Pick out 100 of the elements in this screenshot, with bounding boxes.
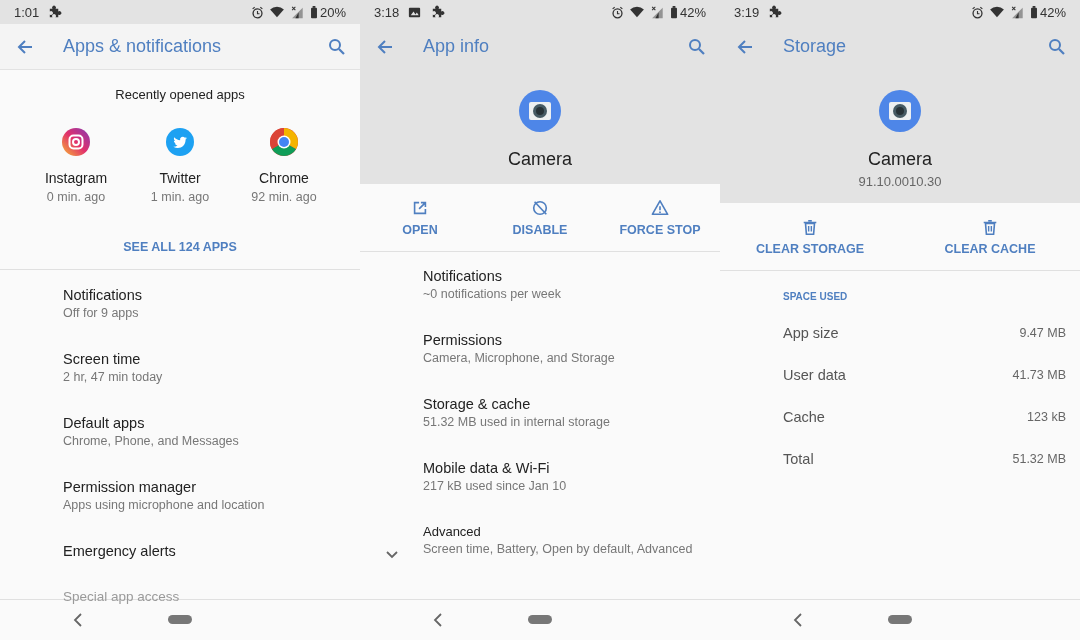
action-button[interactable]: DISABLE [480,199,600,237]
item-subtitle: ~0 notifications per week [423,287,561,301]
item-subtitle: Camera, Microphone, and Storage [423,351,615,365]
warning-icon [651,199,669,217]
alarm-clock-icon [610,5,624,19]
home-button[interactable] [528,615,552,624]
item-title: Storage & cache [423,396,532,412]
item-subtitle: Apps using microphone and location [63,498,265,512]
back-arrow-icon[interactable] [736,37,754,56]
battery-icon [309,5,318,19]
ring-icon [270,128,298,156]
settings-item[interactable]: Permission manager Apps using microphone and location [0,477,360,541]
recent-app-tile[interactable]: Twitter 1 min. ago [130,128,230,204]
settings-item[interactable]: Notifications ~0 notifications per week [360,266,720,330]
last-opened-time: 0 min. ago [46,190,106,204]
cell-signal-icon [1009,5,1024,19]
item-title: Emergency alerts [63,543,176,559]
battery-percent: 20% [319,4,346,20]
search-icon[interactable] [688,37,706,56]
recent-app-tile[interactable]: Chrome 92 min. ago [234,128,334,204]
item-title: Screen time [63,351,142,367]
last-opened-time: 1 min. ago [150,190,210,204]
back-chevron-icon[interactable] [793,613,803,627]
clock-time: 3:19 [734,4,760,20]
section-label: SPACE USED [783,291,849,302]
puzzle-icon [767,4,783,20]
size-value: 9.47 MB [1019,326,1066,340]
alarm-clock-icon [250,5,264,19]
app-name: Twitter [159,170,201,186]
item-title: Permission manager [63,479,197,495]
last-opened-time: 92 min. ago [251,190,317,204]
battery-percent: 42% [679,4,706,20]
app-name: Instagram [44,170,108,186]
item-title: Mobile data & Wi-Fi [423,460,551,476]
app-version: 91.10.0010.30 [858,174,942,189]
battery-icon [1029,5,1038,19]
item-title: Permissions [423,332,503,348]
app-name: Camera [508,149,572,170]
back-chevron-icon[interactable] [433,613,443,627]
see-all-link[interactable]: SEE ALL 124 APPS [123,240,237,254]
cell-signal-icon [649,5,664,19]
action-button[interactable]: CLEAR CACHE [900,218,1080,256]
clock-time: 3:18 [374,4,400,20]
item-title: Special app access [63,589,180,604]
size-value: 41.73 MB [1012,368,1066,382]
settings-item[interactable]: Emergency alerts [0,541,360,587]
settings-item[interactable]: Advanced Screen time, Battery, Open by default, Advanced [360,522,720,586]
alarm-clock-icon [970,5,984,19]
action-button[interactable]: CLEAR STORAGE [720,218,900,256]
item-subtitle: 51.32 MB used in internal storage [423,415,610,429]
size-label: User data [783,367,846,383]
item-subtitle: 2 hr, 47 min today [63,370,163,384]
item-subtitle: 217 kB used since Jan 10 [423,479,567,493]
puzzle-icon [430,4,446,20]
trash-icon [801,218,819,236]
camera-app-icon [519,90,561,132]
settings-item[interactable]: Screen time 2 hr, 47 min today [0,349,360,413]
back-arrow-icon[interactable] [376,37,394,56]
screen-title: App info [423,36,491,57]
action-button[interactable]: FORCE STOP [600,199,720,237]
app-name: Camera [868,149,932,170]
size-label: App size [783,325,839,341]
settings-item[interactable]: Permissions Camera, Microphone, and Storage [360,330,720,394]
trash-icon [981,218,999,236]
item-title: Notifications [63,287,142,303]
wifi-icon [269,6,284,18]
wifi-icon [629,6,644,18]
battery-icon [669,5,678,19]
back-arrow-icon[interactable] [16,37,34,56]
size-label: Cache [783,409,825,425]
item-subtitle: Chrome, Phone, and Messages [63,434,239,448]
search-icon[interactable] [328,37,346,56]
search-icon[interactable] [1048,37,1066,56]
settings-item[interactable]: Mobile data & Wi-Fi 217 kB used since Jan 10 [360,458,720,522]
clock-time: 1:01 [14,4,40,20]
home-button[interactable] [888,615,912,624]
home-button[interactable] [168,615,192,624]
item-subtitle: Screen time, Battery, Open by default, Advanced [423,542,693,556]
settings-item[interactable]: Notifications Off for 9 apps [0,285,360,349]
action-button[interactable]: OPEN [360,199,480,237]
item-subtitle: Off for 9 apps [63,306,140,320]
wifi-icon [989,6,1004,18]
screen-title: Storage [783,36,848,57]
prohibited-icon [531,199,549,217]
item-title: Default apps [63,415,146,431]
item-title: Advanced [423,524,482,539]
gradient-camera-icon [62,128,90,156]
item-title: Notifications [423,268,503,284]
settings-item[interactable]: Storage & cache 51.32 MB used in internal storage [360,394,720,458]
app-name: Chrome [259,170,309,186]
settings-item[interactable]: Default apps Chrome, Phone, and Messages [0,413,360,477]
puzzle-icon [47,4,63,20]
size-label: Total [783,451,814,467]
battery-percent: 42% [1039,4,1066,20]
recent-app-tile[interactable]: Instagram 0 min. ago [26,128,126,204]
size-value: 51.32 MB [1012,452,1066,466]
back-chevron-icon[interactable] [73,613,83,627]
section-heading: Recently opened apps [114,86,246,102]
size-value: 123 kB [1027,410,1066,424]
open-external-icon [411,199,429,217]
